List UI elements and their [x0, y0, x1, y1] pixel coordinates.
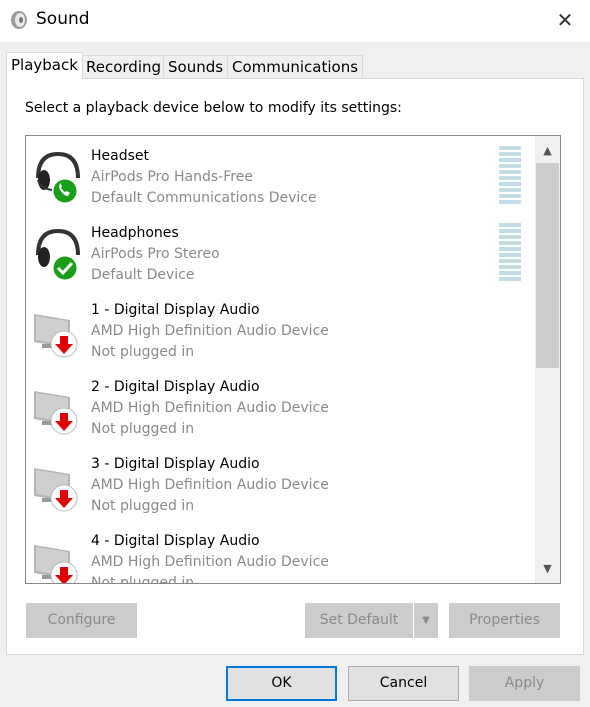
device-status: Default Device — [91, 267, 195, 283]
device-description: AirPods Pro Stereo — [91, 246, 220, 262]
device-item[interactable]: 4 - Digital Display Audio AMD High Defini… — [26, 521, 534, 584]
monitor-unplugged-icon — [34, 314, 78, 358]
set-default-dropdown[interactable]: ▼ — [414, 603, 438, 638]
tab-playback[interactable]: Playback — [6, 52, 83, 79]
device-name: 4 - Digital Display Audio — [91, 533, 260, 549]
title-bar: Sound ✕ — [0, 0, 590, 42]
device-list[interactable]: 4 - Digital Display Audio AMD High Defini… — [25, 135, 561, 584]
device-description: AMD High Definition Audio Device — [91, 323, 329, 339]
level-meter — [499, 146, 521, 206]
instruction-text: Select a playback device below to modify… — [25, 100, 402, 116]
apply-button[interactable]: Apply — [469, 666, 580, 701]
device-status: Not plugged in — [91, 421, 195, 437]
device-item[interactable]: Headset AirPods Pro Hands-Free Default Com… — [26, 136, 534, 213]
device-item[interactable]: Headphones AirPods Pro Stereo Default Devi… — [26, 213, 534, 290]
level-meter — [499, 223, 521, 283]
monitor-unplugged-icon — [34, 468, 78, 512]
window-title: Sound — [36, 9, 90, 29]
scrollbar[interactable]: ▲ ▼ — [535, 136, 560, 583]
device-name: Headphones — [91, 225, 179, 241]
tab-communications[interactable]: Communications — [227, 55, 364, 78]
speaker-icon — [11, 11, 27, 29]
device-item[interactable]: 1 - Digital Display Audio AMD High Defini… — [26, 290, 534, 367]
device-description: AMD High Definition Audio Device — [91, 477, 329, 493]
scroll-thumb[interactable] — [536, 163, 559, 368]
device-name: 2 - Digital Display Audio — [91, 379, 260, 395]
scroll-up-button[interactable]: ▲ — [535, 138, 560, 163]
device-status: Not plugged in — [91, 344, 195, 360]
ok-button[interactable]: OK — [226, 666, 337, 701]
device-description: AirPods Pro Hands-Free — [91, 169, 253, 185]
close-button[interactable]: ✕ — [545, 4, 585, 36]
headset-phone-icon — [36, 151, 80, 204]
device-status: Not plugged in — [91, 575, 195, 584]
monitor-unplugged-icon — [34, 545, 78, 583]
device-status: Not plugged in — [91, 498, 195, 514]
headphones-check-icon — [36, 228, 80, 281]
tab-sounds[interactable]: Sounds — [163, 55, 229, 78]
device-name: 3 - Digital Display Audio — [91, 456, 260, 472]
device-item[interactable]: 2 - Digital Display Audio AMD High Defini… — [26, 367, 534, 444]
device-name: 1 - Digital Display Audio — [91, 302, 260, 318]
device-description: AMD High Definition Audio Device — [91, 400, 329, 416]
configure-button[interactable]: Configure — [26, 603, 137, 638]
properties-button[interactable]: Properties — [449, 603, 560, 638]
device-description: AMD High Definition Audio Device — [91, 554, 329, 570]
chevron-down-icon: ▼ — [422, 615, 430, 626]
monitor-unplugged-icon — [34, 391, 78, 435]
set-default-button[interactable]: Set Default — [305, 603, 413, 638]
cancel-button[interactable]: Cancel — [348, 666, 459, 701]
close-icon: ✕ — [556, 8, 574, 32]
device-name: Headset — [91, 148, 150, 164]
device-status: Default Communications Device — [91, 190, 317, 206]
scroll-down-button[interactable]: ▼ — [535, 556, 560, 581]
device-item[interactable]: 3 - Digital Display Audio AMD High Defini… — [26, 444, 534, 521]
tab-recording[interactable]: Recording — [81, 55, 167, 78]
